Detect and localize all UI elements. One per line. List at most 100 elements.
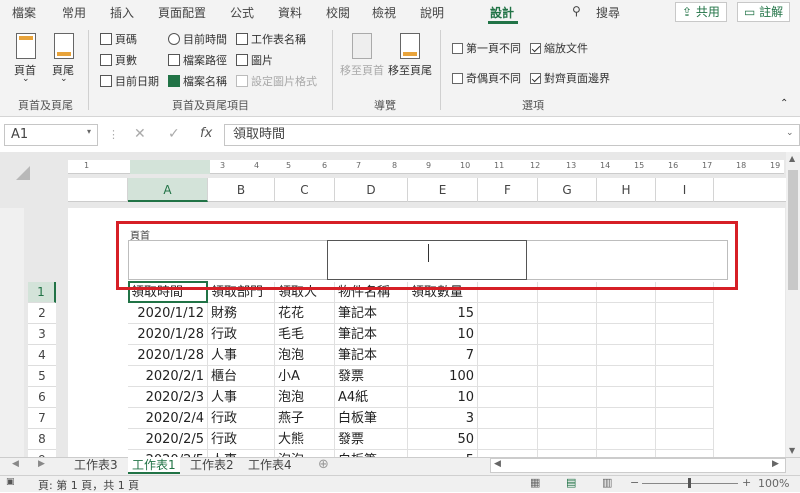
cell[interactable] xyxy=(656,303,714,324)
cell[interactable] xyxy=(656,366,714,387)
cell[interactable] xyxy=(478,366,538,387)
tab-file[interactable]: 檔案 xyxy=(12,4,36,21)
cell[interactable]: 7 xyxy=(408,345,478,366)
cell[interactable] xyxy=(478,303,538,324)
page-break-view-icon[interactable]: ▥ xyxy=(602,476,612,489)
select-all-corner[interactable] xyxy=(0,152,60,208)
cell[interactable]: A4紙 xyxy=(335,387,408,408)
row-header[interactable]: 6 xyxy=(28,387,56,408)
cell[interactable]: 筆記本 xyxy=(335,345,408,366)
scale-with-doc-checkbox[interactable]: 縮放文件 xyxy=(530,40,588,56)
column-header[interactable]: G xyxy=(538,178,597,202)
cell[interactable] xyxy=(597,324,656,345)
cell[interactable]: 2020/2/3 xyxy=(128,387,208,408)
cell[interactable]: 泡泡 xyxy=(275,345,335,366)
column-header[interactable]: F xyxy=(478,178,538,202)
cell[interactable]: 財務 xyxy=(208,303,275,324)
file-path-button[interactable]: 檔案路徑 xyxy=(168,52,227,68)
sheet-tab[interactable]: 工作表2 xyxy=(186,457,238,474)
footer-icon[interactable] xyxy=(54,33,74,59)
cell[interactable] xyxy=(538,303,597,324)
tab-design[interactable]: 設計 xyxy=(490,4,514,21)
column-header[interactable]: C xyxy=(275,178,335,202)
column-header[interactable]: H xyxy=(597,178,656,202)
sheet-tab[interactable]: 工作表4 xyxy=(244,457,296,474)
scroll-left-icon[interactable]: ◀ xyxy=(494,459,501,469)
sheet-tab[interactable]: 工作表3 xyxy=(70,457,122,474)
cell[interactable]: 10 xyxy=(408,324,478,345)
formula-input[interactable]: 領取時間 xyxy=(224,124,800,146)
expand-formula-icon[interactable]: ⌄ xyxy=(786,128,794,138)
prev-sheet-icon[interactable]: ◀ xyxy=(12,459,19,469)
cell[interactable]: 50 xyxy=(408,429,478,450)
next-sheet-icon[interactable]: ▶ xyxy=(38,459,45,469)
cell[interactable] xyxy=(478,408,538,429)
page-count-button[interactable]: 頁數 xyxy=(100,52,137,68)
cell[interactable]: 2020/2/5 xyxy=(128,429,208,450)
cell[interactable] xyxy=(656,387,714,408)
cell[interactable]: 小A xyxy=(275,366,335,387)
goto-footer-button[interactable]: 移至頁尾 xyxy=(388,62,432,78)
scroll-down-icon[interactable]: ▼ xyxy=(789,446,795,455)
cell[interactable]: 10 xyxy=(408,387,478,408)
cell[interactable]: 筆記本 xyxy=(335,324,408,345)
cell[interactable] xyxy=(597,345,656,366)
cell[interactable] xyxy=(538,408,597,429)
diff-odd-even-checkbox[interactable]: 奇偶頁不同 xyxy=(452,70,521,86)
tab-formulas[interactable]: 公式 xyxy=(230,4,254,21)
cell[interactable]: 2020/1/28 xyxy=(128,324,208,345)
column-header[interactable]: A xyxy=(128,178,208,202)
cell[interactable]: 行政 xyxy=(208,324,275,345)
current-date-button[interactable]: 目前日期 xyxy=(100,73,159,89)
cell[interactable] xyxy=(478,324,538,345)
column-header[interactable]: E xyxy=(408,178,478,202)
tab-page-layout[interactable]: 頁面配置 xyxy=(158,4,206,21)
cell[interactable]: 人事 xyxy=(208,387,275,408)
cell[interactable] xyxy=(597,429,656,450)
zoom-slider-thumb[interactable] xyxy=(688,478,691,488)
row-header[interactable]: 8 xyxy=(28,429,56,450)
align-margins-checkbox[interactable]: 對齊頁面邊界 xyxy=(530,70,610,86)
chevron-down-icon[interactable]: ⌄ xyxy=(22,74,30,84)
cell[interactable] xyxy=(656,345,714,366)
cell[interactable] xyxy=(478,387,538,408)
cell[interactable]: 100 xyxy=(408,366,478,387)
cell[interactable] xyxy=(538,387,597,408)
picture-button[interactable]: 圖片 xyxy=(236,52,273,68)
cell[interactable] xyxy=(538,366,597,387)
cell[interactable]: 櫃台 xyxy=(208,366,275,387)
cell[interactable]: 發票 xyxy=(335,366,408,387)
cell[interactable] xyxy=(597,366,656,387)
row-header[interactable]: 4 xyxy=(28,345,56,366)
cell[interactable] xyxy=(538,429,597,450)
zoom-out-icon[interactable]: − xyxy=(630,476,639,489)
cell[interactable]: 花花 xyxy=(275,303,335,324)
tab-view[interactable]: 檢視 xyxy=(372,4,396,21)
comments-button[interactable]: ▭ 註解 xyxy=(737,2,791,22)
scrollbar-thumb[interactable] xyxy=(788,170,798,290)
goto-footer-icon[interactable] xyxy=(400,33,420,59)
column-header[interactable]: B xyxy=(208,178,275,202)
row-header[interactable]: 2 xyxy=(28,303,56,324)
sheet-tab-active[interactable]: 工作表1 xyxy=(128,457,180,474)
zoom-in-icon[interactable]: + xyxy=(742,476,751,489)
row-header[interactable]: 1 xyxy=(28,282,56,303)
column-header[interactable]: I xyxy=(656,178,714,202)
column-header[interactable]: D xyxy=(335,178,408,202)
cell[interactable]: 燕子 xyxy=(275,408,335,429)
cell[interactable] xyxy=(538,324,597,345)
file-name-button[interactable]: 檔案名稱 xyxy=(168,73,227,89)
row-header[interactable]: 3 xyxy=(28,324,56,345)
add-sheet-icon[interactable]: ⊕ xyxy=(318,457,329,472)
cell[interactable] xyxy=(597,387,656,408)
cell[interactable] xyxy=(478,345,538,366)
cell[interactable]: 大熊 xyxy=(275,429,335,450)
cell[interactable] xyxy=(656,429,714,450)
cell[interactable]: 2020/2/4 xyxy=(128,408,208,429)
header-icon[interactable] xyxy=(16,33,36,59)
cell[interactable]: 毛毛 xyxy=(275,324,335,345)
tab-data[interactable]: 資料 xyxy=(278,4,302,21)
tab-help[interactable]: 說明 xyxy=(420,4,444,21)
name-box[interactable]: A1 xyxy=(4,124,98,146)
tab-home[interactable]: 常用 xyxy=(62,4,86,21)
